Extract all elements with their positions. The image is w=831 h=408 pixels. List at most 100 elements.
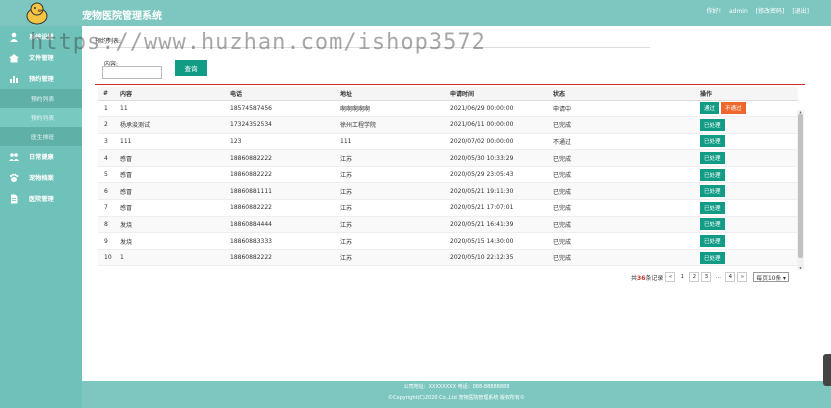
page-3-button[interactable]: 3 [701, 272, 712, 282]
processed-button[interactable]: 已处理 [700, 135, 725, 148]
cell-status: 已完成 [547, 166, 694, 184]
sidebar-item-daily-health[interactable]: 日常健康 [0, 146, 82, 167]
cell-actions: 已处理 [694, 149, 798, 167]
table-row: 7 感冒 18860882222 江苏 2020/05/21 17:07:01 … [98, 199, 798, 217]
cell-index: 5 [98, 166, 114, 184]
duck-logo-icon [26, 2, 48, 25]
reject-button[interactable]: 不通过 [721, 102, 746, 115]
scrollbar-thumb[interactable] [798, 114, 803, 258]
pet-icon [9, 173, 19, 182]
processed-button[interactable]: 已处理 [700, 118, 725, 131]
cell-address: 江苏 [334, 216, 444, 234]
table-scrollbar[interactable]: ▲ ▼ [797, 110, 804, 270]
floating-side-tab[interactable] [823, 354, 831, 386]
cell-apply-time: 2020/05/21 19:11:30 [444, 182, 547, 201]
page-2-button[interactable]: 2 [689, 272, 700, 282]
cell-apply-time: 2021/06/29 00:00:00 [444, 100, 547, 118]
record-count: 共36条记录 [631, 274, 664, 282]
sidebar-subitem-doctor-schedule[interactable]: 医生排班 [0, 127, 82, 146]
cell-phone: 17324352534 [224, 116, 334, 134]
cell-actions: 已处理 [694, 116, 798, 134]
cell-apply-time: 2020/05/21 17:07:01 [444, 199, 547, 217]
appointment-table: # 内容 电话 地址 申请时间 状态 操作 1 11 18574587456 啊… [98, 87, 798, 267]
cell-status: 已完成 [547, 116, 694, 134]
query-button[interactable]: 查询 [175, 60, 207, 76]
cell-index: 8 [98, 216, 114, 234]
prev-page-button[interactable]: « [665, 272, 676, 282]
processed-button[interactable]: 已处理 [700, 235, 725, 248]
group-icon [9, 152, 19, 161]
sidebar-item-label: 医院管理 [29, 196, 54, 203]
page-4-button[interactable]: 4 [725, 272, 736, 282]
approve-button[interactable]: 通过 [700, 102, 720, 115]
logout-link[interactable]: [退出] [792, 8, 809, 15]
cell-index: 7 [98, 199, 114, 217]
page-1-button[interactable]: 1 [677, 272, 688, 282]
cell-actions: 已处理 [694, 199, 798, 217]
bar-chart-icon [10, 75, 18, 83]
sidebar-item-hospital-management[interactable]: 医院管理 [0, 188, 82, 209]
cell-actions: 已处理 [694, 232, 798, 250]
cell-actions: 已处理 [694, 133, 798, 151]
scroll-down-arrow-icon[interactable]: ▼ [797, 266, 804, 270]
per-page-select[interactable]: 每页10条 ▾ [753, 272, 789, 282]
column-header-address: 地址 [334, 87, 444, 101]
footer: 公司地址：XXXXXXXX 电话：088-88888888 ©Copyright… [82, 381, 831, 408]
cell-status: 已完成 [547, 216, 694, 234]
footer-address: 公司地址：XXXXXXXX 电话：088-88888888 [403, 384, 510, 390]
cell-address: 江苏 [334, 149, 444, 167]
table-header-row: # 内容 电话 地址 申请时间 状态 操作 [98, 87, 798, 101]
cell-status: 申请中 [547, 100, 694, 118]
processed-button[interactable]: 已处理 [700, 218, 725, 231]
app-title: 宠物医院管理系统 [82, 11, 162, 22]
cell-index: 6 [98, 182, 114, 201]
column-header-actions: 操作 [694, 87, 798, 101]
processed-button[interactable]: 已处理 [700, 201, 725, 214]
cell-actions: 已处理 [694, 166, 798, 184]
table-row: 3 111 123 111 2020/07/02 00:00:00 不通过 已处… [98, 133, 798, 151]
main-content: 预约列表: 内容: 查询 # 内容 电话 地址 申请时间 状态 操作 1 11 [82, 26, 831, 381]
sidebar: 系统设置 文件管理 预约管理 预约列表 预约列表 医生排班 日常健康 宠物档案 … [0, 26, 82, 408]
sidebar-item-label: 文件管理 [29, 55, 54, 62]
search-input[interactable] [102, 66, 162, 79]
cell-index: 9 [98, 232, 114, 250]
sidebar-item-appointments[interactable]: 预约管理 [0, 68, 82, 89]
processed-button[interactable]: 已处理 [700, 185, 725, 198]
cell-status: 已完成 [547, 182, 694, 201]
sidebar-item-pet-records[interactable]: 宠物档案 [0, 167, 82, 188]
table-row: 1 11 18574587456 啊啊啊啊啊 2021/06/29 00:00:… [98, 100, 798, 118]
processed-button[interactable]: 已处理 [700, 251, 725, 264]
cell-apply-time: 2020/07/02 00:00:00 [444, 133, 547, 151]
greeting-text: 你好! [706, 8, 722, 15]
cell-phone: 18860883333 [224, 232, 334, 250]
sidebar-subitem-appointment-list-active[interactable]: 预约列表 [0, 108, 82, 127]
username: admin [728, 8, 748, 15]
cell-apply-time: 2020/05/30 10:33:29 [444, 149, 547, 167]
page-ellipsis: ... [713, 272, 724, 282]
processed-button[interactable]: 已处理 [700, 168, 725, 181]
next-page-button[interactable]: » [737, 272, 748, 282]
change-password-link[interactable]: [修改密码] [756, 8, 785, 15]
cell-address: 徐州工程学院 [334, 116, 444, 134]
cell-phone: 123 [224, 133, 334, 151]
cell-index: 2 [98, 116, 114, 134]
breadcrumb: 预约列表: [95, 38, 122, 45]
sidebar-item-label: 系统设置 [29, 34, 54, 41]
cell-content: 1 [114, 249, 224, 267]
table-row: 4 感冒 18860882222 江苏 2020/05/30 10:33:29 … [98, 149, 798, 167]
cell-apply-time: 2020/05/10 22:12:35 [444, 249, 547, 267]
cell-content: 感冒 [114, 166, 224, 184]
cell-apply-time: 2021/06/11 00:00:00 [444, 116, 547, 134]
cell-address: 江苏 [334, 166, 444, 184]
cell-content: 发烧 [114, 216, 224, 234]
cell-content: 111 [114, 133, 224, 151]
cell-phone: 18860884444 [224, 216, 334, 234]
cell-status: 不通过 [547, 133, 694, 151]
sidebar-item-files[interactable]: 文件管理 [0, 47, 82, 68]
column-header-phone: 电话 [224, 87, 334, 101]
table-row: 10 1 18860882222 江苏 2020/05/10 22:12:35 … [98, 249, 798, 267]
sidebar-subitem-appointment-list[interactable]: 预约列表 [0, 89, 82, 108]
breadcrumb-divider [95, 47, 650, 48]
processed-button[interactable]: 已处理 [700, 152, 725, 165]
sidebar-item-system-settings[interactable]: 系统设置 [0, 26, 82, 47]
